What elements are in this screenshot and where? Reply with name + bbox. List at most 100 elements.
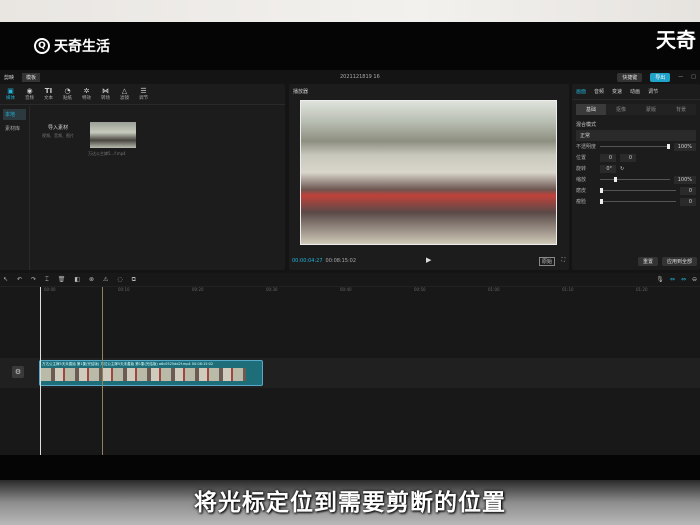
zoom-icon[interactable]: ⊖ bbox=[692, 276, 697, 283]
media-sidebar: 本地 素材库 bbox=[0, 106, 30, 270]
effects-icon: ✲ bbox=[83, 87, 90, 95]
import-button[interactable]: 导入素材 视频、音频、图片 bbox=[42, 124, 74, 139]
delete-icon[interactable]: 🗑 bbox=[58, 276, 66, 283]
ruler-tick: 01:20 bbox=[636, 287, 648, 292]
mic-icon[interactable]: 🎙 bbox=[656, 276, 664, 283]
ruler-tick: 00:40 bbox=[340, 287, 352, 292]
track-settings-icon[interactable]: ⚙ bbox=[12, 366, 24, 378]
media-icon: ▣ bbox=[7, 87, 14, 95]
tool-media[interactable]: ▣ 媒体 bbox=[6, 87, 15, 101]
export-button[interactable]: 导出 bbox=[650, 72, 671, 82]
ruler-tick: 01:00 bbox=[488, 287, 500, 292]
sticker-icon: ◔ bbox=[64, 87, 71, 95]
apply-all-button[interactable]: 应用到全部 bbox=[661, 257, 697, 266]
side-library[interactable]: 素材库 bbox=[3, 123, 26, 134]
position-x[interactable]: 0 bbox=[600, 153, 616, 162]
ruler-tick: 00:50 bbox=[414, 287, 426, 292]
slim-slider[interactable] bbox=[600, 199, 676, 204]
maximize-icon[interactable]: □ bbox=[691, 74, 696, 80]
shortcut-button[interactable]: 快捷键 bbox=[617, 72, 643, 82]
watermark-corner: 天奇 bbox=[656, 28, 696, 52]
app-name: 剪映 bbox=[4, 74, 15, 81]
audio-icon: ◉ bbox=[26, 87, 33, 95]
watermark-logo: Q 天奇生活 bbox=[34, 36, 110, 56]
tool-filter[interactable]: △ 滤镜 bbox=[120, 87, 129, 101]
play-icon[interactable]: ▶ bbox=[426, 256, 431, 264]
video-frame bbox=[300, 100, 557, 245]
freeze-icon[interactable]: ◧ bbox=[74, 276, 80, 283]
playhead[interactable] bbox=[40, 287, 41, 455]
video-clip[interactable]: 万达公主嫁5天未善始 第1集(完结版) 万达公主嫁5天未善始 第1集(完结版) … bbox=[39, 360, 263, 386]
subtab-basic[interactable]: 基础 bbox=[576, 104, 606, 115]
clip-filmstrip bbox=[41, 368, 246, 381]
tool-effects[interactable]: ✲ 特效 bbox=[82, 87, 91, 101]
minimize-icon[interactable]: — bbox=[678, 74, 683, 80]
scale-slider[interactable] bbox=[600, 177, 670, 182]
titlebar: 剪映 模板 2021121819 16 快捷键 导出 — □ bbox=[0, 70, 700, 84]
player-title: 播放器 bbox=[293, 89, 309, 95]
mode-select[interactable]: 模板 bbox=[22, 72, 41, 82]
subtitle-caption: 将光标定位到需要剪断的位置 bbox=[194, 490, 506, 516]
smooth-slider[interactable] bbox=[600, 188, 676, 193]
subtab-mask[interactable]: 蒙版 bbox=[636, 104, 666, 115]
crop-icon[interactable]: ⧉ bbox=[132, 276, 136, 284]
reset-button[interactable]: 重置 bbox=[637, 257, 658, 266]
hover-line bbox=[102, 287, 103, 455]
adjust-icon: ☰ bbox=[140, 87, 147, 95]
tab-animation[interactable]: 动画 bbox=[630, 88, 640, 95]
subtab-cutout[interactable]: 抠像 bbox=[606, 104, 636, 115]
scale-value[interactable]: 100% bbox=[673, 175, 696, 184]
tool-audio[interactable]: ◉ 音频 bbox=[25, 87, 34, 101]
ruler-tick: 00:30 bbox=[266, 287, 278, 292]
rotate-tool-icon[interactable]: ◌ bbox=[117, 276, 122, 283]
link-icon[interactable]: ⇔ bbox=[681, 276, 686, 283]
editor-screen: 剪映 模板 2021121819 16 快捷键 导出 — □ ▣ 媒体 ◉ 音频 T… bbox=[0, 70, 700, 455]
rotate-value[interactable]: 0° bbox=[600, 164, 616, 173]
blend-label: 混合模式 bbox=[576, 122, 597, 128]
properties-panel: 画面 音频 变速 动画 调节 基础 抠像 蒙版 背景 混合模式 正常 不透明度 1… bbox=[572, 84, 700, 270]
rotate-icon[interactable]: ↻ bbox=[620, 166, 624, 172]
media-thumbnail[interactable] bbox=[90, 122, 136, 148]
tab-adjust[interactable]: 调节 bbox=[648, 88, 658, 95]
text-icon: TI bbox=[44, 87, 53, 95]
tab-picture[interactable]: 画面 bbox=[576, 88, 586, 95]
tool-sticker[interactable]: ◔ 贴纸 bbox=[63, 87, 72, 101]
reverse-icon[interactable]: ⊗ bbox=[89, 276, 94, 283]
side-local[interactable]: 本地 bbox=[3, 109, 26, 120]
player-panel: 播放器 00:00:04:27 00:08:15:02 ▶ 原始 ⛶ bbox=[289, 84, 569, 270]
ruler-tick: 00:00 bbox=[44, 287, 56, 292]
subtab-background[interactable]: 背景 bbox=[666, 104, 696, 115]
opacity-value[interactable]: 100% bbox=[673, 142, 696, 151]
logo-icon: Q bbox=[34, 38, 50, 54]
blend-select[interactable]: 正常 bbox=[576, 130, 696, 141]
tab-speed[interactable]: 变速 bbox=[612, 88, 622, 95]
timeline: ↖ ↶ ↷ ⌶ 🗑 ◧ ⊗ ⚠ ◌ ⧉ 🎙 ⇔ ⇔ ⊖ 00:00 00:10 00:20… bbox=[0, 273, 700, 455]
slim-value[interactable]: 0 bbox=[680, 197, 696, 206]
tool-transition[interactable]: ⋈ 转场 bbox=[101, 87, 110, 101]
desk-background bbox=[0, 0, 700, 22]
player-time: 00:00:04:27 00:08:15:02 bbox=[292, 258, 357, 264]
ruler-tick: 00:10 bbox=[118, 287, 130, 292]
media-filename: 万达公主嫁5...f.mp4 bbox=[88, 151, 126, 156]
project-title: 2021121819 16 bbox=[340, 74, 380, 80]
fullscreen-icon[interactable]: ⛶ bbox=[561, 257, 565, 263]
tab-audio[interactable]: 音频 bbox=[594, 88, 604, 95]
ruler-tick: 00:20 bbox=[192, 287, 204, 292]
ratio-button[interactable]: 原始 bbox=[538, 257, 555, 266]
media-panel: ▣ 媒体 ◉ 音频 TI 文本 ◔ 贴纸 ✲ 特效 ⋈ 转场 △ 滤镜 ☰ 调节 本地 素材库 … bbox=[0, 84, 285, 270]
redo-icon[interactable]: ↷ bbox=[31, 276, 36, 283]
tool-adjust[interactable]: ☰ 调节 bbox=[139, 87, 148, 101]
opacity-slider[interactable] bbox=[600, 144, 670, 149]
position-y[interactable]: 0 bbox=[620, 153, 636, 162]
time-ruler[interactable]: 00:00 00:10 00:20 00:30 00:40 00:50 01:00 01:10… bbox=[40, 287, 700, 295]
transition-icon: ⋈ bbox=[102, 87, 109, 95]
select-tool-icon[interactable]: ↖ bbox=[3, 276, 8, 283]
tool-text[interactable]: TI 文本 bbox=[44, 87, 53, 101]
timeline-toolbar: ↖ ↶ ↷ ⌶ 🗑 ◧ ⊗ ⚠ ◌ ⧉ 🎙 ⇔ ⇔ ⊖ bbox=[0, 273, 700, 287]
smooth-value[interactable]: 0 bbox=[680, 186, 696, 195]
mirror-icon[interactable]: ⚠ bbox=[103, 276, 108, 283]
filter-icon: △ bbox=[121, 87, 128, 95]
snap-icon[interactable]: ⇔ bbox=[670, 276, 675, 283]
split-icon[interactable]: ⌶ bbox=[45, 276, 49, 284]
undo-icon[interactable]: ↶ bbox=[17, 276, 22, 283]
